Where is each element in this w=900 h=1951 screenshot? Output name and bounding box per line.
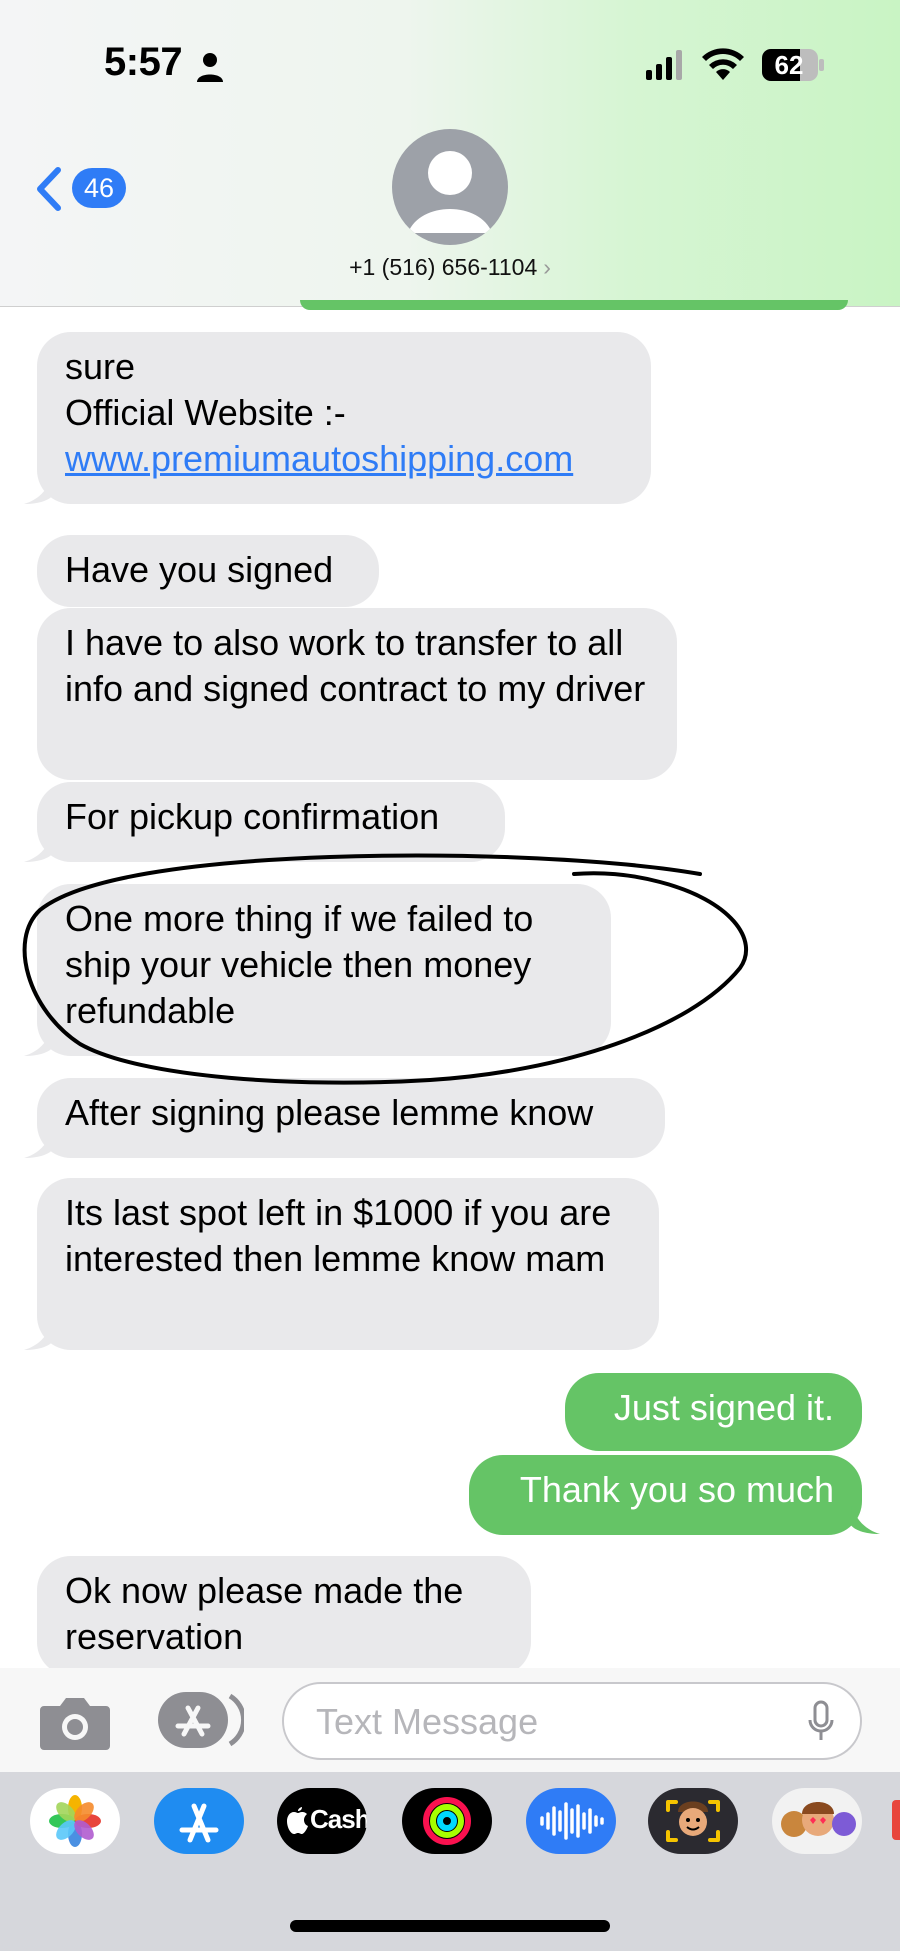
incoming-message[interactable]: sure Official Website :- www.premiumauto… bbox=[37, 332, 651, 504]
cash-label: Cash bbox=[310, 1804, 367, 1834]
app-store-icon[interactable] bbox=[158, 1692, 244, 1748]
incoming-message[interactable]: For pickup confirmation bbox=[37, 782, 505, 862]
wifi-icon bbox=[702, 48, 744, 80]
bubble-tail bbox=[24, 834, 54, 862]
message-line: Official Website :- bbox=[65, 392, 346, 433]
person-icon bbox=[197, 53, 223, 82]
conversation-header: 5:57 62 46 +1 (516) 656-1104 › bbox=[0, 0, 900, 307]
incoming-message[interactable]: After signing please lemme know bbox=[37, 1078, 665, 1158]
next-app-icon-edge[interactable] bbox=[892, 1800, 900, 1840]
bubble-tail bbox=[24, 1130, 54, 1158]
back-button[interactable]: 46 bbox=[34, 162, 134, 214]
microphone-icon[interactable] bbox=[808, 1700, 834, 1742]
message-input[interactable] bbox=[314, 1696, 788, 1748]
chevron-right-icon: › bbox=[543, 254, 551, 280]
memoji-app-icon[interactable] bbox=[648, 1788, 738, 1854]
incoming-message-annotated[interactable]: One more thing if we failed to ship your… bbox=[37, 884, 611, 1056]
signal-icon bbox=[646, 50, 682, 80]
incoming-message[interactable]: I have to also work to transfer to all i… bbox=[37, 608, 677, 780]
bubble-tail bbox=[24, 476, 54, 504]
incoming-message[interactable]: Ok now please made the reservation bbox=[37, 1556, 531, 1676]
memoji-stickers-app-icon[interactable] bbox=[772, 1788, 862, 1854]
photos-app-icon[interactable] bbox=[30, 1788, 120, 1854]
contact-avatar-icon bbox=[408, 151, 492, 233]
app-store-app-icon[interactable] bbox=[154, 1788, 244, 1854]
bubble-tail bbox=[850, 1506, 880, 1534]
audio-message-app-icon[interactable] bbox=[526, 1788, 616, 1854]
outgoing-message[interactable]: Just signed it. bbox=[565, 1373, 862, 1451]
activity-app-icon[interactable] bbox=[402, 1788, 492, 1854]
camera-icon[interactable] bbox=[40, 1694, 110, 1750]
website-link[interactable]: www.premiumautoshipping.com bbox=[65, 436, 623, 482]
outgoing-message[interactable]: Thank you so much bbox=[469, 1455, 862, 1535]
contact-name[interactable]: +1 (516) 656-1104 › bbox=[0, 254, 900, 281]
bubble-tail bbox=[24, 1028, 54, 1056]
incoming-message[interactable]: Have you signed bbox=[37, 535, 379, 607]
message-input-field[interactable] bbox=[282, 1682, 862, 1760]
unread-count-badge: 46 bbox=[72, 168, 126, 208]
chevron-left-icon bbox=[37, 167, 61, 211]
home-indicator[interactable] bbox=[290, 1920, 610, 1932]
previous-outgoing-bubble-edge bbox=[300, 300, 848, 310]
apple-cash-app-icon[interactable]: Cash bbox=[277, 1788, 367, 1854]
status-time: 5:57 bbox=[104, 40, 183, 84]
contact-number: +1 (516) 656-1104 bbox=[349, 254, 538, 280]
bubble-tail bbox=[24, 1322, 54, 1350]
battery-level: 62 bbox=[774, 50, 804, 80]
incoming-message[interactable]: Its last spot left in $1000 if you are i… bbox=[37, 1178, 659, 1350]
contact-avatar[interactable] bbox=[392, 129, 508, 245]
message-line: sure bbox=[65, 346, 136, 387]
